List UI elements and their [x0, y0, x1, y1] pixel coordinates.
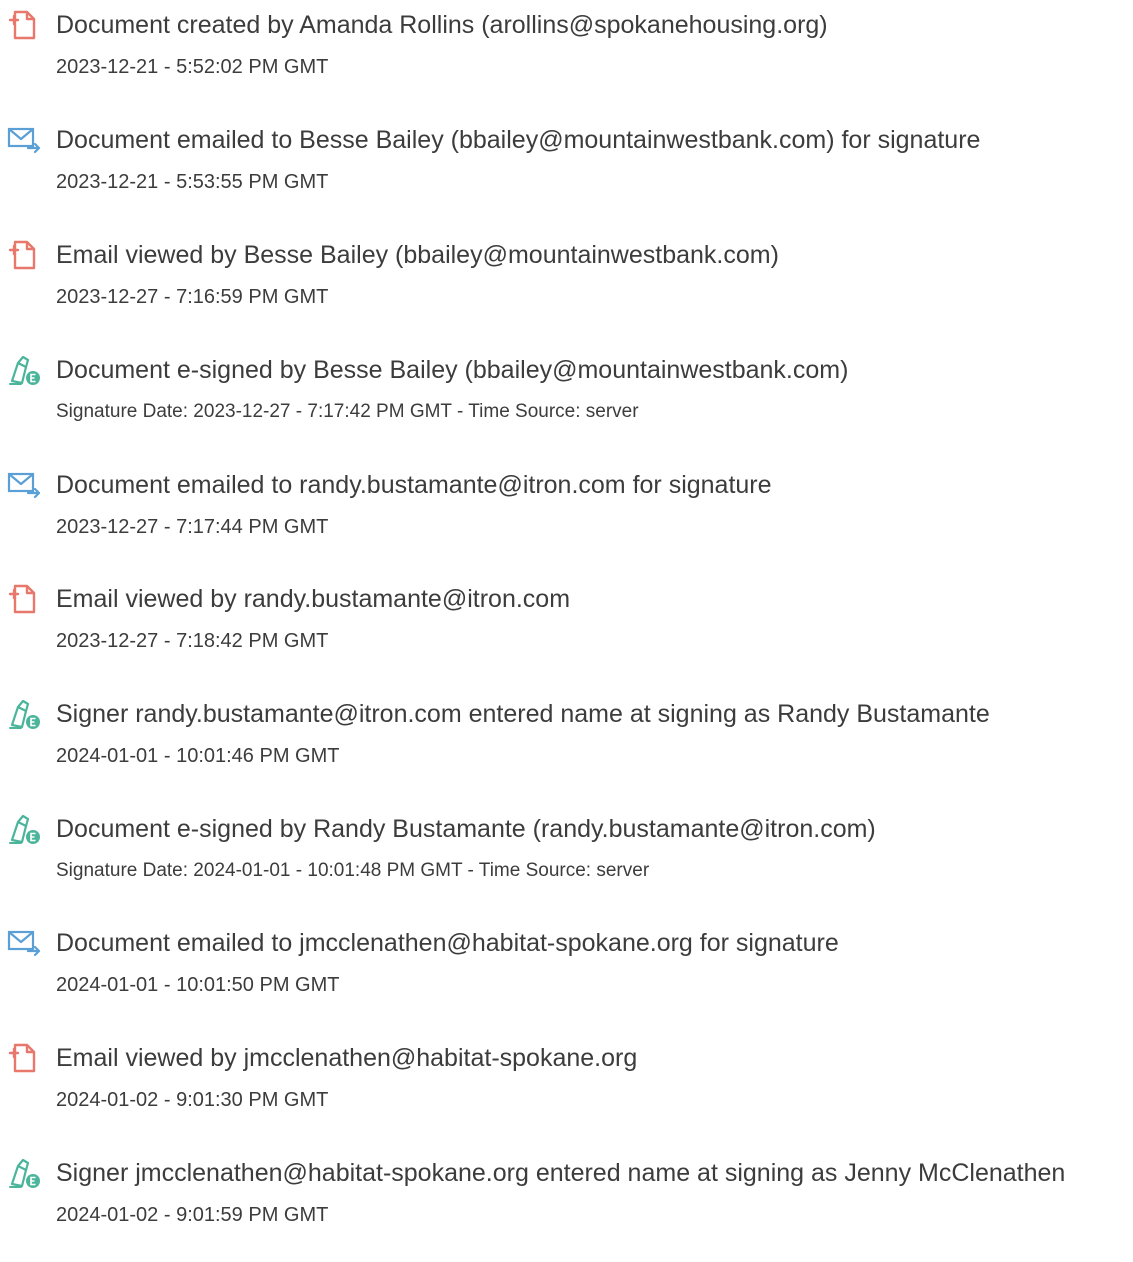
history-event: Document created by Amanda Rollins (arol… [0, 0, 1133, 114]
event-description: Document e-signed by Randy Bustamante (r… [56, 815, 876, 843]
event-timestamp: 2023-12-27 - 7:18:42 PM GMT [56, 630, 329, 652]
event-timestamp: 2024-01-01 - 10:01:46 PM GMT [56, 745, 340, 767]
signer-name-icon [6, 1156, 42, 1190]
event-description: Email viewed by Besse Bailey (bbailey@mo… [56, 241, 779, 269]
history-event: Email viewed by randy.bustamante@itron.c… [0, 574, 1133, 688]
document-created-icon [6, 8, 42, 42]
email-sent-icon [6, 926, 42, 960]
history-event: Document e-signed by Randy Bustamante (r… [0, 804, 1133, 918]
e-signed-icon [6, 353, 42, 387]
history-event: Document emailed to jmcclenathen@habitat… [0, 918, 1133, 1032]
history-event: Document e-signed by Besse Bailey (bbail… [0, 345, 1133, 459]
e-signed-icon [6, 812, 42, 846]
email-sent-icon [6, 468, 42, 502]
event-timestamp: 2024-01-02 - 9:01:30 PM GMT [56, 1089, 329, 1111]
event-timestamp: 2024-01-01 - 10:01:50 PM GMT [56, 974, 340, 996]
signer-name-icon [6, 697, 42, 731]
event-description: Document emailed to Besse Bailey (bbaile… [56, 126, 981, 154]
event-timestamp: Signature Date: 2024-01-01 - 10:01:48 PM… [56, 860, 650, 881]
history-event: Email viewed by Besse Bailey (bbailey@mo… [0, 230, 1133, 344]
history-event: Signer jmcclenathen@habitat-spokane.org … [0, 1148, 1133, 1262]
event-timestamp: 2024-01-02 - 9:01:59 PM GMT [56, 1204, 329, 1226]
event-description: Document e-signed by Besse Bailey (bbail… [56, 356, 849, 384]
event-description: Signer randy.bustamante@itron.com entere… [56, 700, 990, 728]
event-timestamp: Signature Date: 2023-12-27 - 7:17:42 PM … [56, 401, 639, 422]
event-timestamp: 2023-12-27 - 7:17:44 PM GMT [56, 516, 329, 538]
event-description: Email viewed by jmcclenathen@habitat-spo… [56, 1044, 638, 1072]
history-event: Signer randy.bustamante@itron.com entere… [0, 689, 1133, 803]
history-event: Document emailed to Besse Bailey (bbaile… [0, 115, 1133, 229]
history-event: Document emailed to randy.bustamante@itr… [0, 460, 1133, 574]
event-description: Email viewed by randy.bustamante@itron.c… [56, 585, 571, 613]
event-description: Document emailed to jmcclenathen@habitat… [56, 929, 839, 957]
event-description: Document created by Amanda Rollins (arol… [56, 11, 828, 39]
event-timestamp: 2023-12-21 - 5:52:02 PM GMT [56, 56, 329, 78]
event-timestamp: 2023-12-21 - 5:53:55 PM GMT [56, 171, 329, 193]
email-viewed-icon [6, 238, 42, 272]
event-description: Document emailed to randy.bustamante@itr… [56, 471, 772, 499]
history-event: Email viewed by jmcclenathen@habitat-spo… [0, 1033, 1133, 1147]
email-viewed-icon [6, 1041, 42, 1075]
event-timestamp: 2023-12-27 - 7:16:59 PM GMT [56, 286, 329, 308]
email-viewed-icon [6, 582, 42, 616]
event-description: Signer jmcclenathen@habitat-spokane.org … [56, 1159, 1066, 1187]
email-sent-icon [6, 123, 42, 157]
